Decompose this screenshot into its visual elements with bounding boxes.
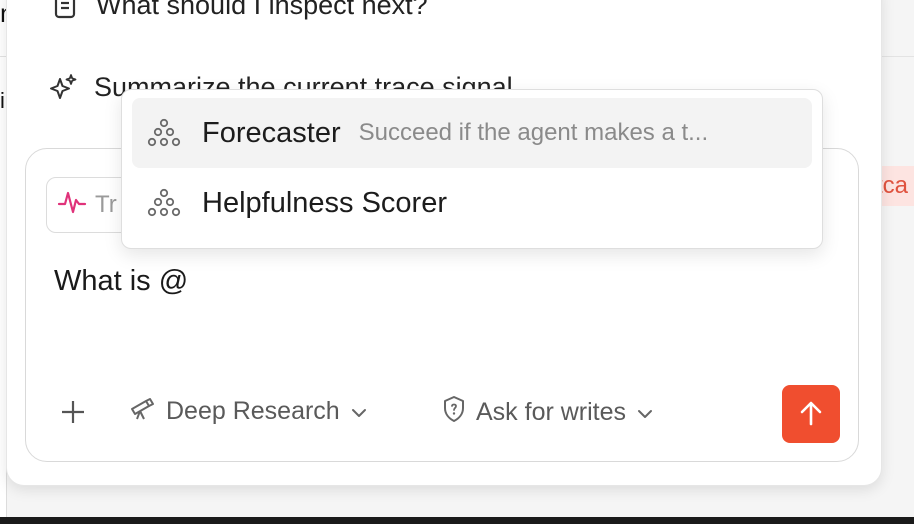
mention-option-helpfulness-scorer[interactable]: Helpfulness Scorer [132,168,812,238]
send-button[interactable] [782,385,840,443]
background-bottom-bar [0,517,914,524]
shield-icon [442,395,466,430]
plus-icon [62,401,84,423]
message-input[interactable]: What is @ [54,265,188,298]
add-button[interactable] [58,397,88,427]
document-icon [50,0,80,21]
scorer-icon [146,115,182,151]
ask-for-writes-label: Ask for writes [476,398,627,426]
suggestion-inspect-next[interactable]: What should I inspect next? [50,0,428,21]
arrow-up-icon [800,401,822,426]
telescope-icon [128,395,156,428]
write-permission-selector[interactable]: Ask for writes [442,395,654,430]
sparkles-icon [48,73,78,103]
mention-option-name: Helpfulness Scorer [202,186,447,219]
mention-dropdown: Forecaster Succeed if the agent makes a … [121,89,823,249]
activity-icon [57,187,87,224]
mention-option-description: Succeed if the agent makes a t... [358,119,709,146]
deep-research-label: Deep Research [166,397,340,425]
background-text-fragment: i [0,88,5,113]
scorer-icon [146,185,182,221]
chevron-down-icon [350,397,368,426]
suggestion-label: What should I inspect next? [96,0,428,20]
chevron-down-icon [636,398,654,427]
mention-option-forecaster[interactable]: Forecaster Succeed if the agent makes a … [132,98,812,168]
deep-research-selector[interactable]: Deep Research [128,395,368,428]
mention-option-name: Forecaster [202,116,341,149]
context-chip-label: Tr [95,191,117,218]
